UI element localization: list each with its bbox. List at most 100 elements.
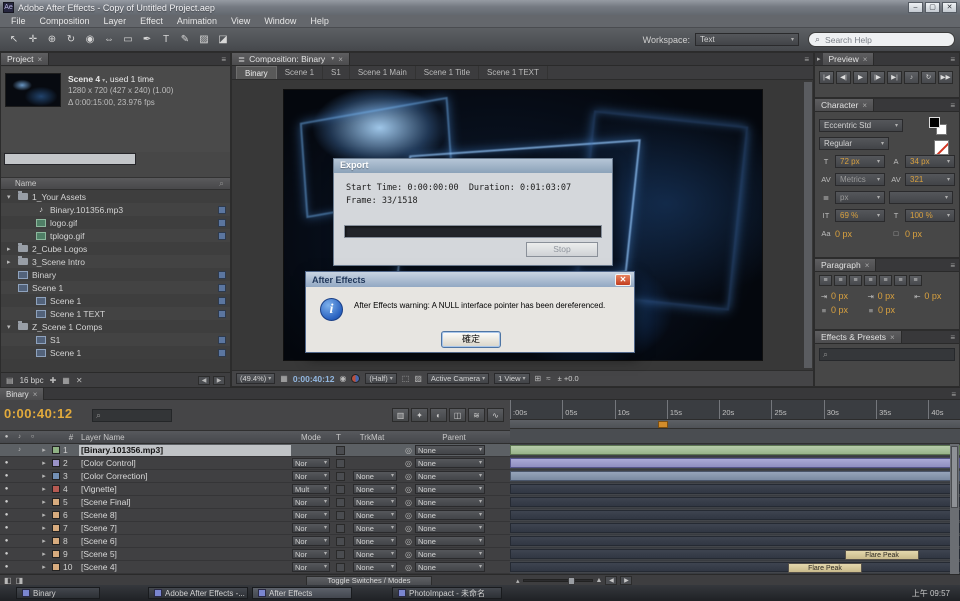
tab-project[interactable]: Project × xyxy=(1,53,49,65)
project-item[interactable]: Scene 1 xyxy=(1,294,230,307)
tracking-select[interactable]: 321▾ xyxy=(905,173,955,186)
current-time-display[interactable]: 0:00:40:12 xyxy=(4,406,73,421)
align-center-button[interactable]: ≡ xyxy=(834,275,847,286)
panel-menu-icon[interactable]: ≡ xyxy=(950,333,955,342)
layer-duration-bar[interactable] xyxy=(510,510,960,520)
[Scene 6][interactable]: ● ▸ 8 [Scene 6] Nor▾ None▾ ◎ None▾ xyxy=(0,535,510,548)
[Scene 4][interactable] xyxy=(510,561,960,574)
show-channel-icon[interactable] xyxy=(351,374,360,383)
tsume-value[interactable]: 0 px xyxy=(905,229,922,239)
eye-icon[interactable]: ● xyxy=(0,564,13,570)
column-layer-name[interactable]: Layer Name xyxy=(79,433,291,442)
t-switch[interactable] xyxy=(336,498,345,507)
layer-color-swatch[interactable] xyxy=(52,511,60,519)
[Scene 7][interactable]: ● ▸ 7 [Scene 7] Nor▾ None▾ ◎ None▾ xyxy=(0,522,510,535)
t-switch[interactable] xyxy=(336,550,345,559)
blend-mode-select[interactable]: Nor▾ xyxy=(292,536,330,546)
eye-icon[interactable]: ● xyxy=(0,499,13,505)
[Scene 8][interactable] xyxy=(510,509,960,522)
menu-item[interactable]: Effect xyxy=(133,16,170,26)
pan-behind-tool[interactable]: ⇔ xyxy=(100,31,118,48)
hide-shy-icon[interactable]: ◐ xyxy=(430,408,447,422)
layer-color-swatch[interactable] xyxy=(52,459,60,467)
zoom-slider-handle[interactable] xyxy=(568,577,575,585)
[Vignette][interactable] xyxy=(510,483,960,496)
exposure-control[interactable]: ± +0.0 xyxy=(558,374,579,383)
menu-item[interactable]: Composition xyxy=(33,16,97,26)
workspace-select[interactable]: Text ▾ xyxy=(695,33,799,46)
trkmat-select[interactable]: None▾ xyxy=(353,510,397,520)
layer-name[interactable]: [Binary.101356.mp3] xyxy=(79,445,291,456)
layer-duration-bar[interactable] xyxy=(510,562,960,572)
panel-menu-icon[interactable]: ≡ xyxy=(950,55,955,64)
twirl-icon[interactable]: ▾ xyxy=(7,193,14,201)
[Scene 6][interactable] xyxy=(510,535,960,548)
comp-flowchart-icon[interactable]: ▥ xyxy=(392,408,409,422)
tab-timeline-binary[interactable]: Binary × xyxy=(0,388,44,400)
layer-color-swatch[interactable] xyxy=(52,485,60,493)
help-search[interactable]: ⌕ xyxy=(808,32,955,47)
viewer-tab[interactable]: Scene 1 TEXT xyxy=(479,66,548,79)
viewer-tab[interactable]: Scene 1 Main xyxy=(350,66,416,79)
close-icon[interactable]: ✕ xyxy=(615,274,631,286)
mask-shape-tool[interactable]: ▭ xyxy=(119,31,137,48)
menu-item[interactable]: Animation xyxy=(170,16,224,26)
layer-color-swatch[interactable] xyxy=(52,524,60,532)
[Vignette][interactable]: ● ▸ 4 [Vignette] Mult▾ None▾ ◎ None▾ xyxy=(0,483,510,496)
fast-previews-icon[interactable]: ≈ xyxy=(546,374,550,383)
label-color-chip[interactable] xyxy=(218,284,226,292)
twirl-icon[interactable]: ▸ xyxy=(39,498,49,506)
parent-select[interactable]: None▾ xyxy=(415,536,485,546)
effects-search-input[interactable] xyxy=(831,349,941,360)
magnification-select[interactable]: (49.4%)▾ xyxy=(236,373,275,384)
menu-item[interactable]: Help xyxy=(303,16,336,26)
view-layout-select[interactable]: 1 View▾ xyxy=(494,373,529,384)
expand-out-point-icon[interactable]: ◨ xyxy=(16,576,24,585)
layer-name[interactable]: [Scene 8] xyxy=(79,510,291,521)
timeline-scrollbar[interactable] xyxy=(950,444,959,574)
font-family-select[interactable]: Eccentric Std▾ xyxy=(819,119,903,132)
project-item[interactable]: ▸ 2_Cube Logos xyxy=(1,242,230,255)
layer-name[interactable]: [Scene Final] xyxy=(79,497,291,508)
close-tab-icon[interactable]: × xyxy=(865,261,870,270)
project-item[interactable]: logo.gif xyxy=(1,216,230,229)
align-left-button[interactable]: ≡ xyxy=(819,275,832,286)
scroll-right-icon[interactable]: ▶ xyxy=(620,576,632,585)
[Color Control][interactable] xyxy=(510,457,960,470)
viewer-tab[interactable]: Scene 1 xyxy=(277,66,323,79)
fill-stroke-swatches[interactable] xyxy=(929,117,951,137)
viewer-tab[interactable]: S1 xyxy=(323,66,350,79)
stop-button[interactable]: Stop xyxy=(526,242,598,257)
twirl-icon[interactable]: ▸ xyxy=(7,245,14,253)
pen-tool[interactable]: ✒ xyxy=(138,31,156,48)
[Scene Final][interactable] xyxy=(510,496,960,509)
project-item[interactable]: Scene 1 xyxy=(1,346,230,359)
[Scene 8][interactable]: ● ▸ 6 [Scene 8] Nor▾ None▾ ◎ None▾ xyxy=(0,509,510,522)
[Scene 7][interactable] xyxy=(510,522,960,535)
close-tab-icon[interactable]: × xyxy=(890,333,895,342)
menu-item[interactable]: Layer xyxy=(97,16,134,26)
parent-select[interactable]: None▾ xyxy=(415,458,485,468)
label-color-chip[interactable] xyxy=(218,349,226,357)
rotation-tool[interactable]: ↻ xyxy=(62,31,80,48)
layer-color-swatch[interactable] xyxy=(52,550,60,558)
eraser-tool[interactable]: ◪ xyxy=(214,31,232,48)
parent-select[interactable]: None▾ xyxy=(415,562,485,572)
t-switch[interactable] xyxy=(336,459,345,468)
blend-mode-select[interactable]: Nor▾ xyxy=(292,562,330,572)
taskbar-button[interactable]: Adobe After Effects -... xyxy=(148,587,248,599)
label-color-chip[interactable] xyxy=(218,271,226,279)
close-tab-icon[interactable]: × xyxy=(863,55,868,64)
blend-mode-select[interactable]: Nor▾ xyxy=(292,549,330,559)
scrollbar-thumb[interactable] xyxy=(951,446,958,508)
twirl-icon[interactable]: ▸ xyxy=(39,446,49,454)
label-color-chip[interactable] xyxy=(218,310,226,318)
audio-toggle-button[interactable]: ♪ xyxy=(904,71,919,84)
twirl-icon[interactable]: ▸ xyxy=(39,485,49,493)
[Scene 4][interactable]: ● ▸ 10 [Scene 4] Nor▾ None▾ ◎ None▾ xyxy=(0,561,510,574)
project-item[interactable]: Binary.101356.mp3 xyxy=(1,203,230,216)
project-item[interactable]: tplogo.gif xyxy=(1,229,230,242)
blend-mode-select[interactable]: Mult▾ xyxy=(292,484,330,494)
clone-stamp-tool[interactable]: ▨ xyxy=(195,31,213,48)
layer-duration-bar[interactable] xyxy=(510,445,960,455)
